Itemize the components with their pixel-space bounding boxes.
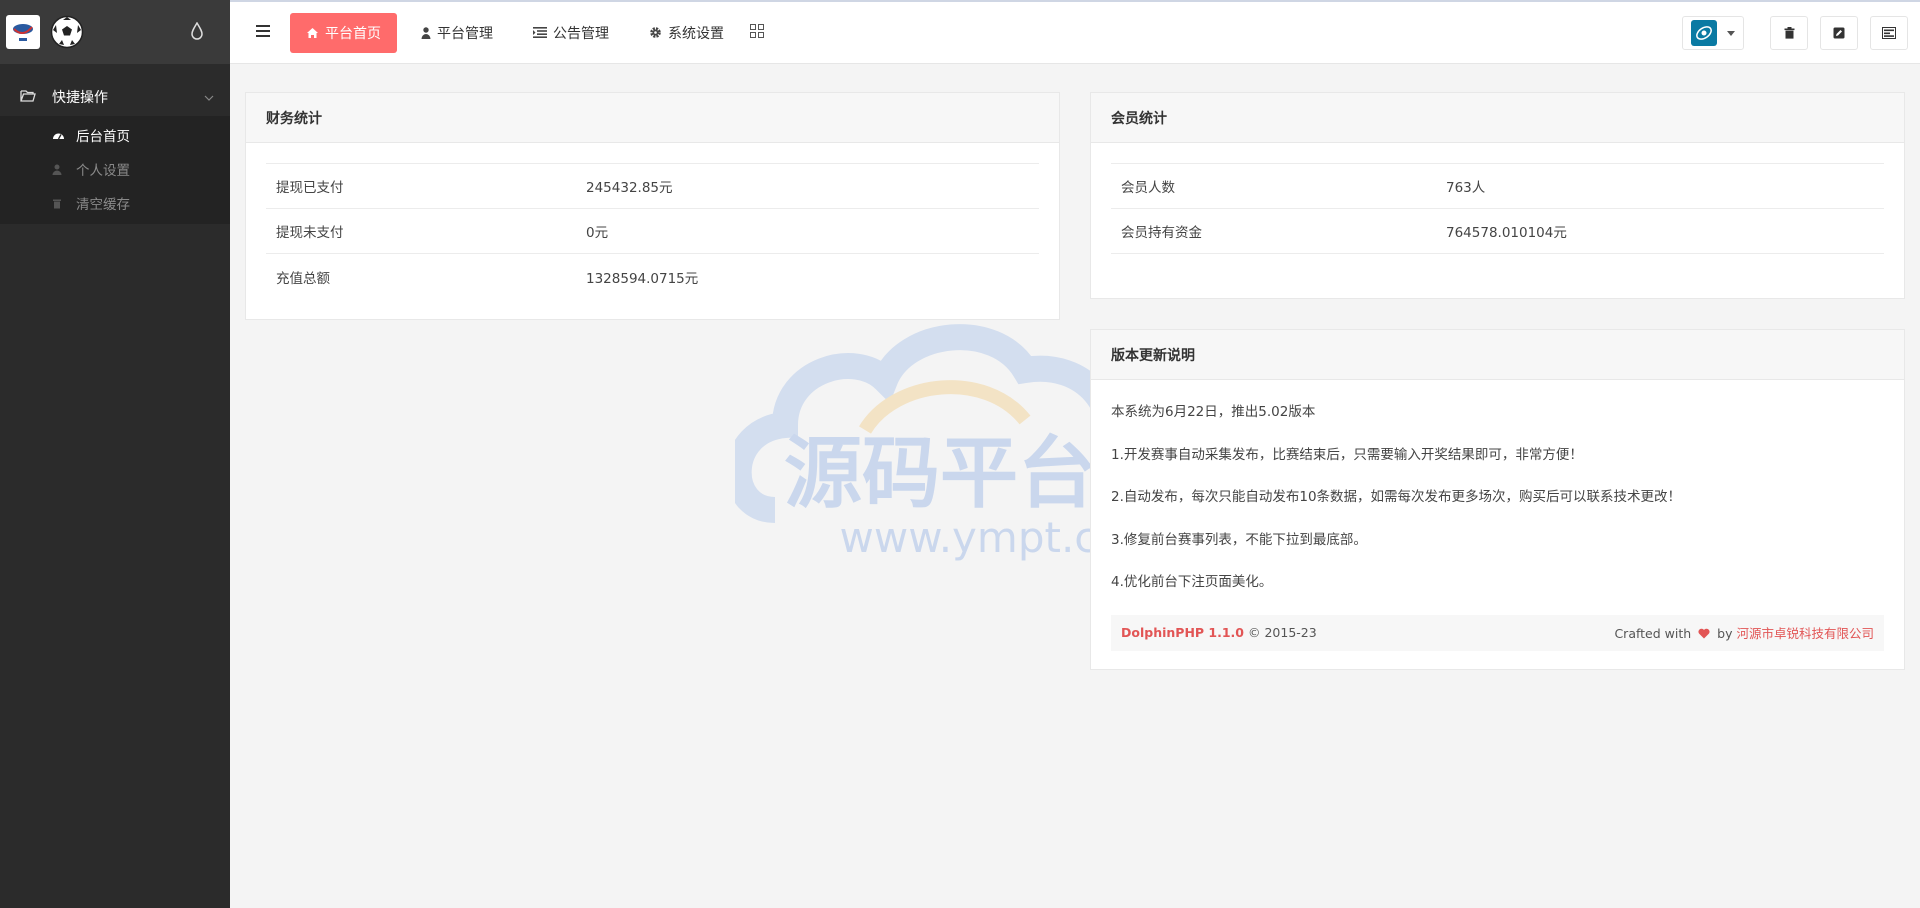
crafted-text: Crafted with (1614, 626, 1692, 641)
brand-bar (0, 0, 230, 64)
row-value: 0元 (586, 225, 609, 241)
table-row: 提现已支付 245432.85元 (266, 164, 1039, 209)
sidebar-item-label: 后台首页 (76, 129, 130, 145)
user-menu-button[interactable] (1682, 16, 1744, 50)
list-icon (533, 27, 547, 38)
tasks-icon (1882, 27, 1896, 39)
row-label: 充值总额 (276, 270, 330, 287)
sidebar-item-label: 清空缓存 (76, 197, 130, 213)
panel-title: 会员统计 (1091, 93, 1904, 143)
row-value: 764578.010104元 (1446, 225, 1567, 241)
quick-actions-group: 快捷操作 后台首页 个人设置 清空缓存 (0, 78, 230, 224)
chevron-down-icon (204, 91, 214, 104)
nav-platform-label: 平台管理 (437, 25, 493, 42)
row-label: 提现已支付 (276, 180, 344, 196)
nav-platform-button[interactable]: 平台管理 (405, 13, 509, 53)
nav-settings-label: 系统设置 (668, 25, 724, 42)
trash-icon (1784, 27, 1794, 39)
finance-table: 提现已支付 245432.85元 提现未支付 0元 充值总额 1328594.0… (266, 163, 1039, 299)
row-value: 763人 (1446, 180, 1486, 196)
menu-toggle-icon[interactable] (256, 24, 270, 41)
avatar (1691, 20, 1717, 46)
row-value: 1328594.0715元 (586, 270, 699, 287)
sidebar-item-clear-cache[interactable]: 清空缓存 (0, 186, 230, 220)
company-link[interactable]: 河源市卓锐科技有限公司 (1736, 626, 1874, 641)
home-icon (306, 27, 319, 39)
nav-announcement-label: 公告管理 (553, 25, 609, 42)
sidebar-item-dashboard[interactable]: 后台首页 (0, 118, 230, 152)
trash-icon (52, 198, 66, 209)
user-icon (421, 26, 431, 39)
sidebar-item-label: 个人设置 (76, 163, 130, 179)
apps-grid-icon[interactable] (750, 23, 764, 42)
top-header: 平台首页 平台管理 公告管理 系统设置 (230, 0, 1920, 64)
note-line: 3.修复前台赛事列表，不能下拉到最底部。 (1111, 531, 1367, 548)
clear-cache-button[interactable] (1770, 16, 1808, 50)
table-row: 充值总额 1328594.0715元 (266, 254, 1039, 299)
heart-icon (1698, 628, 1710, 639)
gear-icon (649, 26, 662, 39)
version-notes: 本系统为6月22日，推出5.02版本 1.开发赛事自动采集发布，比赛结束后，只需… (1091, 380, 1904, 615)
folder-open-icon (20, 89, 38, 106)
site-logo[interactable] (6, 15, 40, 49)
edit-icon (1833, 27, 1845, 39)
row-label: 会员持有资金 (1121, 225, 1202, 241)
watermark-title: 源码平台 (784, 429, 1096, 519)
panel-title: 版本更新说明 (1091, 330, 1904, 380)
product-link[interactable]: DolphinPHP 1.1.0 (1121, 625, 1244, 640)
finance-stats-panel: 财务统计 提现已支付 245432.85元 提现未支付 0元 充值总额 1328… (245, 92, 1060, 320)
version-notes-panel: 版本更新说明 本系统为6月22日，推出5.02版本 1.开发赛事自动采集发布，比… (1090, 329, 1905, 670)
droplet-icon[interactable] (190, 21, 208, 42)
user-icon (52, 164, 66, 175)
note-line: 4.优化前台下注页面美化。 (1111, 574, 1273, 590)
sidebar: 快捷操作 后台首页 个人设置 清空缓存 (0, 0, 230, 908)
football-logo (50, 15, 84, 49)
quick-actions-submenu: 后台首页 个人设置 清空缓存 (0, 116, 230, 224)
copyright-footer: DolphinPHP 1.1.0 © 2015-23 Crafted with … (1111, 614, 1884, 651)
row-label: 提现未支付 (276, 225, 344, 241)
note-line: 本系统为6月22日，推出5.02版本 (1111, 404, 1316, 420)
nav-home-button[interactable]: 平台首页 (290, 12, 397, 53)
footer-left: DolphinPHP 1.1.0 © 2015-23 (1121, 625, 1317, 640)
side-panel-button[interactable] (1870, 16, 1908, 50)
quick-actions-toggle[interactable]: 快捷操作 (0, 78, 230, 116)
note-line: 2.自动发布，每次只能自动发布10条数据，如需每次发布更多场次，购买后可以联系技… (1111, 489, 1682, 505)
table-row: 提现未支付 0元 (266, 209, 1039, 254)
by-text: by (1717, 626, 1733, 641)
row-label: 会员人数 (1121, 180, 1175, 196)
quick-actions-label: 快捷操作 (52, 90, 108, 106)
sidebar-item-profile[interactable]: 个人设置 (0, 152, 230, 186)
member-table: 会员人数 763人 会员持有资金 764578.010104元 (1111, 163, 1884, 254)
nav-settings-button[interactable]: 系统设置 (633, 13, 740, 53)
caret-down-icon (1727, 30, 1735, 36)
row-value: 245432.85元 (586, 180, 673, 196)
fullscreen-button[interactable] (1820, 16, 1858, 50)
note-line: 1.开发赛事自动采集发布，比赛结束后，只需要输入开奖结果即可，非常方便！ (1111, 446, 1583, 463)
table-row: 会员人数 763人 (1111, 164, 1884, 209)
footer-right: Crafted with by 河源市卓锐科技有限公司 (1614, 623, 1874, 642)
nav-announcement-button[interactable]: 公告管理 (517, 13, 625, 53)
watermark-url: www.ympt.cc (840, 513, 1121, 562)
copyright-text: © 2015-23 (1248, 625, 1317, 640)
table-row: 会员持有资金 764578.010104元 (1111, 209, 1884, 254)
panel-title: 财务统计 (246, 93, 1059, 143)
header-actions (1682, 16, 1908, 50)
nav-home-label: 平台首页 (325, 25, 381, 42)
member-stats-panel: 会员统计 会员人数 763人 会员持有资金 764578.010104元 (1090, 92, 1905, 299)
dashboard-icon (52, 130, 66, 141)
